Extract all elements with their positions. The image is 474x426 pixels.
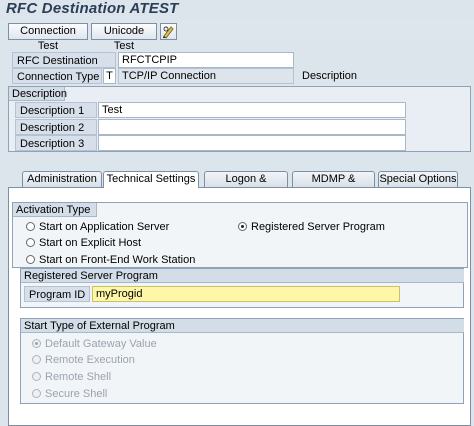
description-3-field[interactable] — [98, 135, 406, 151]
radio-icon — [32, 389, 41, 398]
description-group-title: Description — [9, 87, 67, 101]
program-id-label: Program ID — [24, 286, 90, 302]
radio-icon — [32, 355, 41, 364]
radio-secure-shell[interactable]: Secure Shell — [32, 387, 107, 401]
description-1-field[interactable]: Test — [98, 102, 406, 118]
tab-logon-security[interactable]: Logon & Security — [204, 171, 288, 200]
external-program-title: Start Type of External Program — [21, 319, 464, 333]
connection-type-text: TCP/IP Connection — [118, 68, 294, 84]
tab-mdmp-unicode[interactable]: MDMP & Unicode — [292, 171, 375, 200]
description-1-label: Description 1 — [15, 102, 97, 118]
program-id-field[interactable]: myProgid — [92, 286, 400, 302]
rfc-destination-label: RFC Destination — [12, 52, 116, 68]
radio-selected-icon — [238, 222, 247, 231]
tab-administration[interactable]: Administration — [22, 171, 102, 187]
radio-icon — [32, 372, 41, 381]
connection-test-button[interactable]: Connection Test — [8, 23, 88, 52]
description-2-field[interactable] — [98, 119, 406, 135]
radio-icon — [26, 222, 35, 231]
pencil-glasses-icon — [163, 26, 174, 39]
radio-icon — [26, 255, 35, 264]
unicode-test-button[interactable]: Unicode Test — [91, 23, 157, 52]
description-3-label: Description 3 — [15, 135, 97, 151]
radio-application-server[interactable]: Start on Application Server — [26, 220, 169, 234]
radio-icon — [26, 238, 35, 247]
tab-special-options[interactable]: Special Options — [378, 171, 458, 187]
radio-front-end-work-station[interactable]: Start on Front-End Work Station — [26, 253, 195, 267]
radio-registered-server-program[interactable]: Registered Server Program — [238, 220, 385, 234]
radio-explicit-host[interactable]: Start on Explicit Host — [26, 236, 141, 250]
radio-remote-execution[interactable]: Remote Execution — [32, 353, 135, 367]
connection-type-label: Connection Type — [12, 68, 102, 84]
radio-selected-icon — [32, 339, 41, 348]
description-link-label: Description — [302, 70, 358, 82]
connection-type-code-field[interactable]: T — [103, 68, 116, 84]
description-2-label: Description 2 — [15, 119, 97, 135]
page-title: RFC Destination ATEST — [6, 0, 179, 17]
edit-button[interactable] — [160, 23, 177, 40]
radio-remote-shell[interactable]: Remote Shell — [32, 370, 111, 384]
activation-type-title: Activation Type — [13, 203, 97, 217]
radio-default-gateway[interactable]: Default Gateway Value — [32, 337, 157, 351]
tab-technical-settings[interactable]: Technical Settings — [103, 171, 199, 188]
rfc-destination-field[interactable]: RFCTCPIP — [118, 52, 294, 68]
registered-server-title: Registered Server Program — [21, 269, 464, 283]
